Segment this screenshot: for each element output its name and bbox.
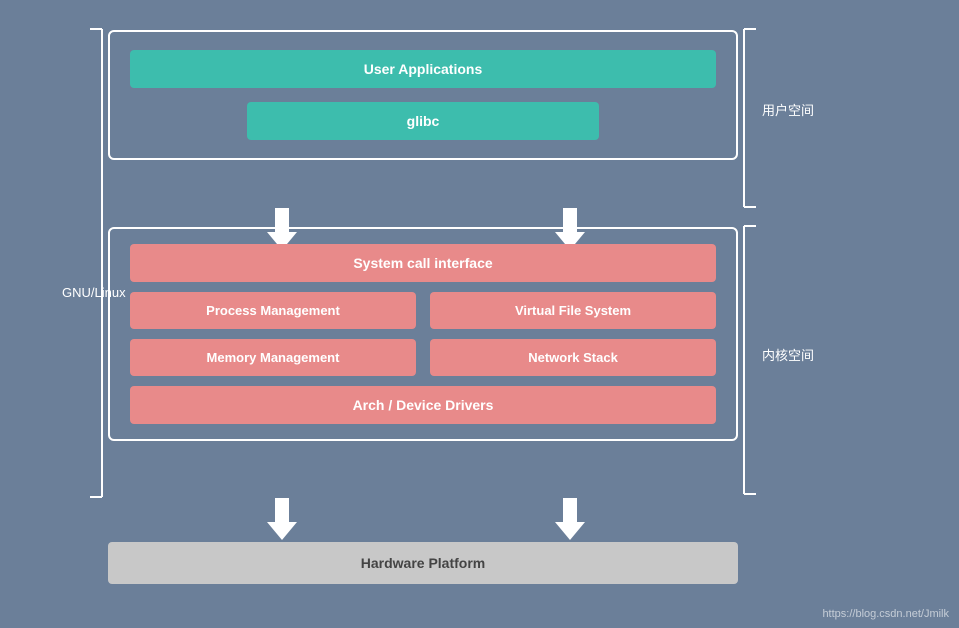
kernel-row-1: Process Management Virtual File System bbox=[130, 292, 716, 329]
kernel-row-2: Memory Management Network Stack bbox=[130, 339, 716, 376]
syscall-box: System call interface bbox=[130, 244, 716, 282]
kernel-space-bracket bbox=[742, 225, 758, 495]
watermark: https://blog.csdn.net/Jmilk bbox=[822, 608, 949, 620]
kernel-space-label: 内核空间 bbox=[762, 345, 814, 364]
page: GNU/Linux 用户空间 内核空间 User Applications gl… bbox=[0, 0, 959, 628]
network-stack-box: Network Stack bbox=[430, 339, 716, 376]
glibc-box: glibc bbox=[247, 102, 599, 140]
hardware-box: Hardware Platform bbox=[108, 542, 738, 584]
arrow-hw-right-down bbox=[555, 498, 585, 540]
process-mgmt-box: Process Management bbox=[130, 292, 416, 329]
kernel-space-section: System call interface Process Management… bbox=[108, 227, 738, 441]
user-space-section: User Applications glibc bbox=[108, 30, 738, 160]
virtual-fs-box: Virtual File System bbox=[430, 292, 716, 329]
gnu-linux-bracket bbox=[88, 28, 104, 498]
arch-drivers-box: Arch / Device Drivers bbox=[130, 386, 716, 424]
hardware-section: Hardware Platform bbox=[108, 542, 738, 584]
user-apps-box: User Applications bbox=[130, 50, 716, 88]
user-space-bracket bbox=[742, 28, 758, 208]
arrow-hw-left-down bbox=[267, 498, 297, 540]
user-space-label: 用户空间 bbox=[762, 100, 814, 119]
memory-mgmt-box: Memory Management bbox=[130, 339, 416, 376]
